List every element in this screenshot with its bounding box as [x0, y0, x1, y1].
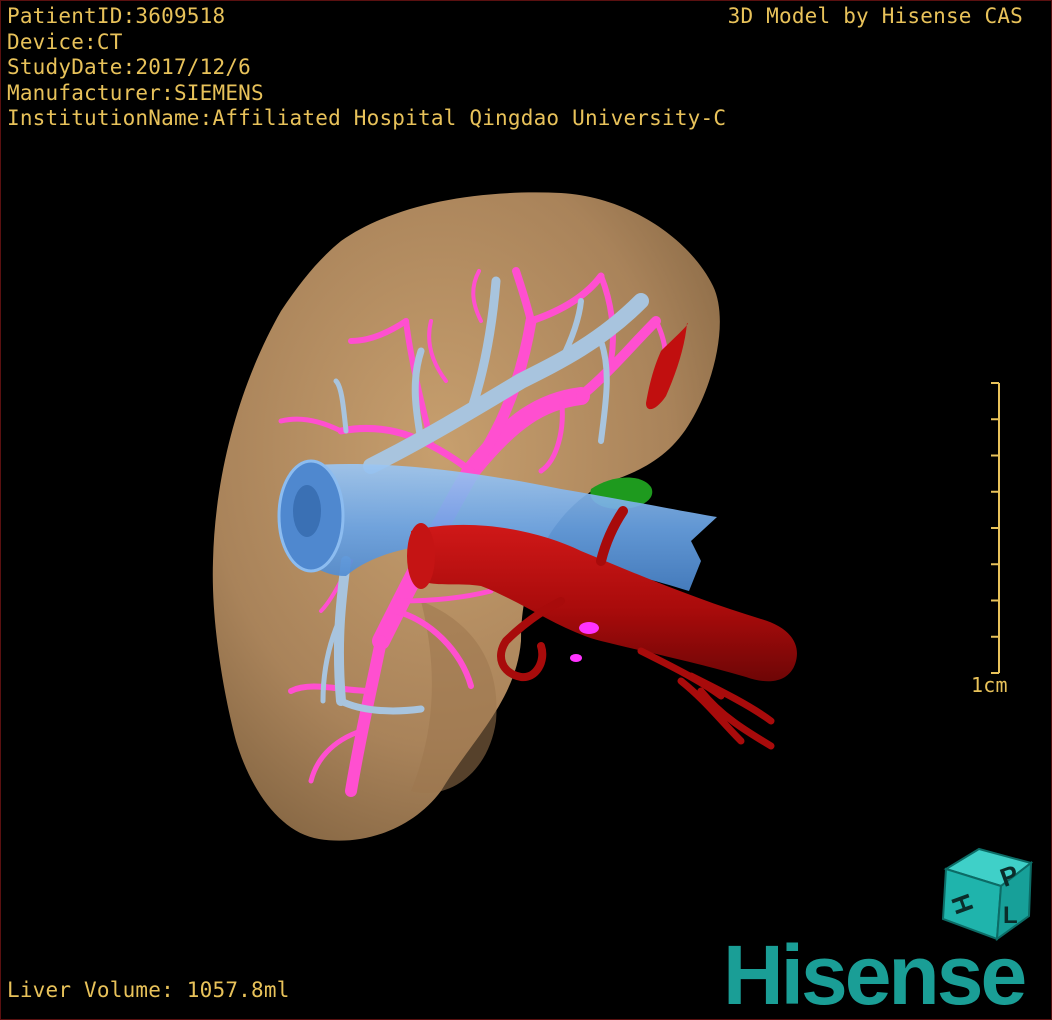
scale-bar-label: 1cm [971, 673, 1008, 697]
liver-volume: Liver Volume: 1057.8ml [7, 978, 290, 1002]
model-credit: 3D Model by Hisense CAS [727, 4, 1023, 28]
hisense-logo: Hisense [723, 928, 1027, 1020]
scale-bar [991, 382, 1000, 674]
3d-viewport[interactable]: PatientID:3609518 Device:CT StudyDate:20… [0, 0, 1052, 1020]
dicom-metadata: PatientID:3609518 Device:CT StudyDate:20… [7, 4, 726, 132]
liver-3d-model[interactable] [1, 1, 1051, 1019]
device: Device:CT [7, 29, 123, 54]
patient-id: PatientID:3609518 [7, 4, 226, 28]
study-date: StudyDate:2017/12/6 [7, 55, 252, 79]
institution-name: InstitutionName:Affiliated Hospital Qing… [7, 106, 727, 130]
manufacturer: Manufacturer:SIEMENS [7, 80, 264, 105]
orientation-cube-icon[interactable]: H P L [931, 841, 1041, 941]
cube-letter-l: L [1003, 902, 1018, 929]
